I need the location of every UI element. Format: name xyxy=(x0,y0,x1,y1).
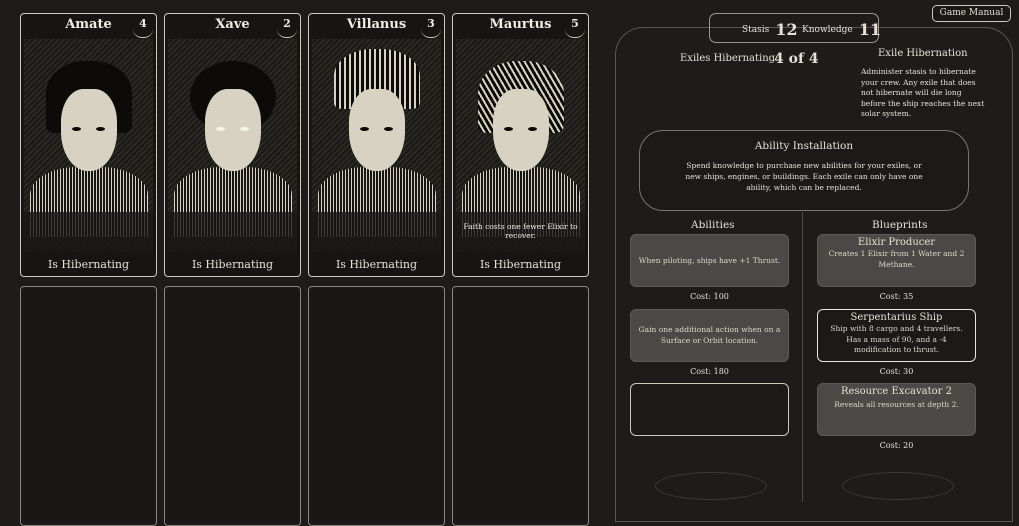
stasis-label: Stasis xyxy=(742,25,770,35)
empty-exile-slot[interactable] xyxy=(20,286,157,526)
ability-card[interactable]: Gain one additional action when on a Sur… xyxy=(630,309,789,362)
exile-status: Is Hibernating xyxy=(191,258,274,271)
ability-description: Gain one additional action when on a Sur… xyxy=(638,325,781,345)
exile-status: Is Hibernating xyxy=(47,258,130,271)
stasis-stat: Stasis 12 xyxy=(742,20,798,39)
abilities-heading: Abilities xyxy=(691,219,735,231)
exiles-hibernating-label: Exiles Hibernating: xyxy=(680,53,779,64)
exile-card-villanus[interactable]: Villanus 3 Is Hibernating xyxy=(308,13,445,277)
exile-card-xave[interactable]: Xave 2 Is Hibernating xyxy=(164,13,301,277)
exile-card-maurtus[interactable]: Maurtus 5 Faith costs one fewer Elixir t… xyxy=(452,13,589,277)
resource-stats: Stasis 12 Knowledge 11 xyxy=(709,13,881,43)
blueprint-description: Reveals all resources at depth 2. xyxy=(834,400,959,409)
ability-installation-panel: Ability Installation Spend knowledge to … xyxy=(639,130,969,211)
exile-trait-note: Faith costs one fewer Elixir to recover. xyxy=(463,222,578,240)
column-divider xyxy=(802,212,803,502)
number-arc-icon xyxy=(277,29,297,38)
exile-portrait xyxy=(24,39,153,252)
knowledge-stat: Knowledge 11 xyxy=(802,20,881,39)
ornament-decoration xyxy=(842,472,954,500)
blueprint-card[interactable]: Serpentarius Ship Ship with 8 cargo and … xyxy=(817,309,976,362)
exile-card-amate[interactable]: Amate 4 Is Hibernating xyxy=(20,13,157,277)
game-manual-button[interactable]: Game Manual xyxy=(932,5,1011,22)
number-arc-icon xyxy=(133,29,153,38)
blueprint-cost: Cost: 30 xyxy=(879,367,914,376)
ability-card[interactable]: When piloting, ships have +1 Thrust. xyxy=(630,234,789,287)
ornament-decoration xyxy=(655,472,767,500)
knowledge-value: 11 xyxy=(858,20,881,39)
ability-installation-description: Spend knowledge to purchase new abilitie… xyxy=(685,161,923,192)
number-arc-icon xyxy=(565,29,585,38)
hibernation-description: Administer stasis to hibernate your crew… xyxy=(861,67,985,118)
blueprint-title: Elixir Producer xyxy=(857,237,936,248)
ability-cost: Cost: 100 xyxy=(690,292,729,301)
exile-portrait xyxy=(312,39,441,252)
number-arc-icon xyxy=(421,29,441,38)
exiles-hibernating-value: 4 of 4 xyxy=(774,51,819,67)
empty-exile-slot[interactable] xyxy=(164,286,301,526)
blueprint-cost: Cost: 35 xyxy=(879,292,914,301)
blueprint-cost: Cost: 20 xyxy=(879,441,914,450)
blueprint-description: Ship with 8 cargo and 4 travellers. Has … xyxy=(830,324,963,354)
ability-cost: Cost: 180 xyxy=(690,367,729,376)
blueprint-description: Creates 1 Elixir from 1 Water and 2 Meth… xyxy=(828,249,965,269)
ability-description: When piloting, ships have +1 Thrust. xyxy=(638,256,781,265)
empty-exile-slot[interactable] xyxy=(308,286,445,526)
ability-installation-title: Ability Installation xyxy=(754,140,854,152)
empty-ability-slot[interactable] xyxy=(630,383,789,436)
blueprint-card[interactable]: Resource Excavator 2 Reveals all resourc… xyxy=(817,383,976,436)
empty-exile-slot[interactable] xyxy=(452,286,589,526)
exile-status: Is Hibernating xyxy=(335,258,418,271)
blueprint-title: Serpentarius Ship xyxy=(850,312,943,323)
exile-portrait xyxy=(168,39,297,252)
exile-portrait: Faith costs one fewer Elixir to recover. xyxy=(456,39,585,252)
exile-status: Is Hibernating xyxy=(479,258,562,271)
hibernation-title: Exile Hibernation xyxy=(878,48,968,59)
blueprint-title: Resource Excavator 2 xyxy=(841,386,952,397)
blueprints-heading: Blueprints xyxy=(872,219,928,231)
knowledge-label: Knowledge xyxy=(802,25,853,35)
stasis-value: 12 xyxy=(775,20,798,39)
blueprint-card[interactable]: Elixir Producer Creates 1 Elixir from 1 … xyxy=(817,234,976,287)
